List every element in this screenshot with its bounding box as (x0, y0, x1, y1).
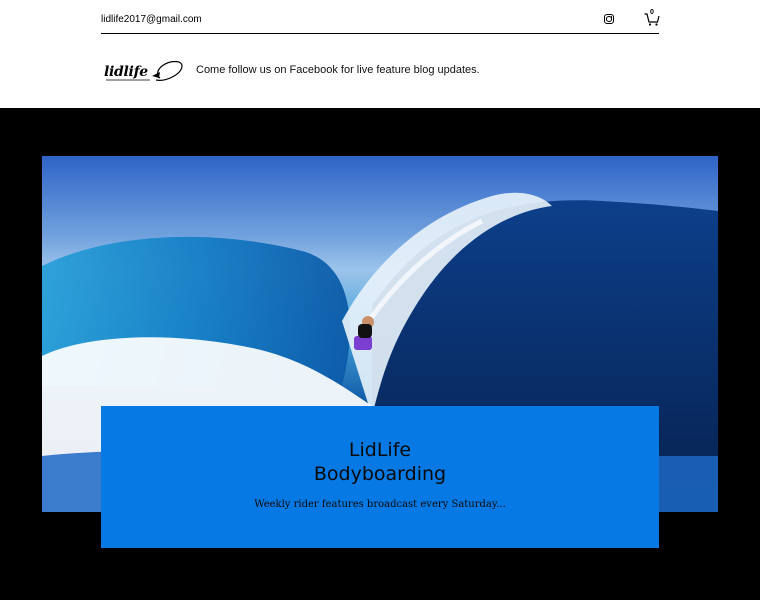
hero-title-line2: Bodyboarding (313, 463, 447, 485)
hero-title: LidLife Bodyboarding (101, 438, 659, 486)
hero-subtitle: Weekly rider features broadcast every Sa… (254, 499, 506, 510)
site-logo[interactable]: lidlife (104, 58, 184, 86)
top-bar: lidlife2017@gmail.com 0 (101, 0, 660, 34)
hero-card: LidLife Bodyboarding Weekly rider featur… (101, 406, 659, 548)
logo-wordmark: lidlife (104, 64, 148, 80)
hero-title-line1: LidLife (348, 439, 412, 461)
email-link[interactable]: lidlife2017@gmail.com (101, 14, 202, 25)
site-header: lidlife2017@gmail.com 0 lidlife Come fol… (0, 0, 760, 108)
cart-count-badge: 0 (650, 9, 654, 16)
instagram-icon[interactable] (604, 14, 614, 24)
facebook-tagline: Come follow us on Facebook for live feat… (196, 64, 480, 76)
